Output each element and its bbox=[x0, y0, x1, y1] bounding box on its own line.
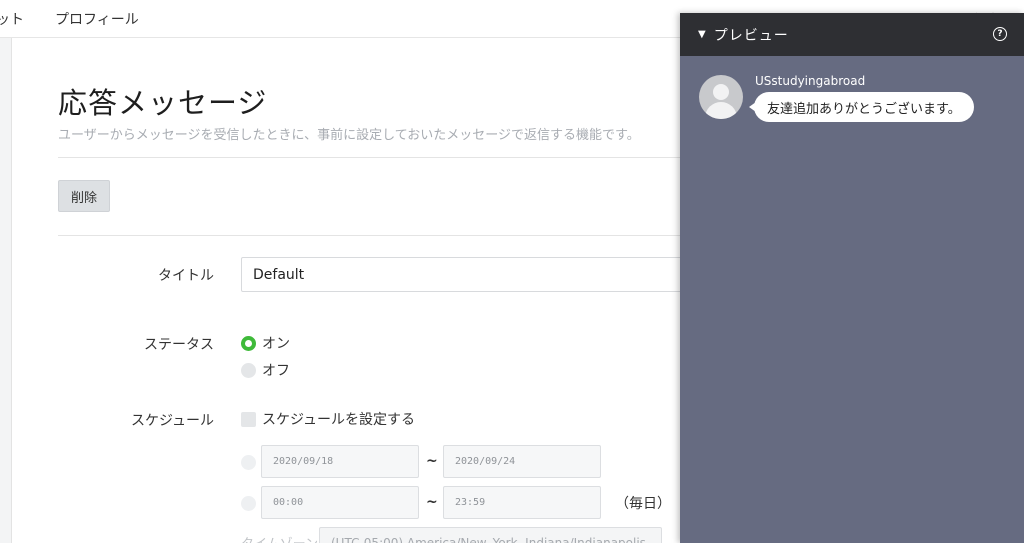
schedule-checkbox[interactable] bbox=[241, 411, 256, 427]
avatar-head-shape bbox=[713, 84, 729, 100]
status-on-option[interactable]: オン bbox=[241, 333, 290, 353]
collapse-triangle-icon[interactable]: ▼ bbox=[698, 29, 706, 40]
schedule-checkbox-row[interactable]: スケジュールを設定する bbox=[241, 409, 415, 429]
range-separator: ~ bbox=[426, 494, 438, 510]
status-on-label: オン bbox=[262, 336, 290, 352]
radio-checked-icon[interactable] bbox=[241, 335, 256, 351]
preview-title: プレビュー bbox=[713, 27, 789, 44]
page-description: ユーザーからメッセージを受信したときに、事前に設定しておいたメッセージで返信する… bbox=[58, 128, 640, 143]
help-icon[interactable]: ? bbox=[993, 27, 1007, 41]
start-time-input[interactable]: 00:00 bbox=[261, 486, 419, 519]
divider bbox=[58, 157, 698, 158]
tab-profile[interactable]: プロフィール bbox=[55, 9, 139, 29]
sender-name: USstudyingabroad bbox=[755, 74, 866, 88]
status-off-option[interactable]: オフ bbox=[241, 360, 290, 380]
tab-chat[interactable]: ット bbox=[0, 9, 24, 29]
schedule-label: スケジュール bbox=[130, 413, 214, 429]
delete-button[interactable]: 削除 bbox=[58, 180, 110, 212]
preview-panel: ▼ プレビュー ? USstudyingabroad 友達追加ありがとうございま… bbox=[680, 13, 1024, 543]
avatar-body-shape bbox=[705, 102, 737, 119]
date-range-radio[interactable] bbox=[241, 455, 256, 470]
schedule-checkbox-label: スケジュールを設定する bbox=[262, 412, 416, 428]
divider bbox=[58, 235, 698, 236]
end-date-input[interactable]: 2020/09/24 bbox=[443, 445, 601, 478]
status-label: ステータス bbox=[144, 337, 214, 353]
start-date-input[interactable]: 2020/09/18 bbox=[261, 445, 419, 478]
timezone-label: タイムゾーン bbox=[241, 533, 318, 543]
status-off-label: オフ bbox=[262, 363, 290, 379]
left-rail bbox=[0, 38, 12, 543]
daily-time-radio[interactable] bbox=[241, 496, 256, 511]
radio-unchecked-icon[interactable] bbox=[241, 362, 256, 378]
message-bubble: 友達追加ありがとうございます。 bbox=[749, 92, 974, 122]
timezone-select[interactable]: (UTC-05:00) America/New_York, Indiana/In… bbox=[319, 527, 662, 543]
daily-label: （毎日） bbox=[615, 496, 671, 512]
title-label: タイトル bbox=[158, 268, 214, 284]
page-title: 応答メッセージ bbox=[58, 86, 268, 120]
range-separator: ~ bbox=[426, 453, 438, 469]
avatar bbox=[699, 75, 743, 119]
preview-header[interactable]: ▼ プレビュー ? bbox=[680, 13, 1024, 56]
title-input[interactable]: Default bbox=[241, 257, 691, 292]
end-time-input[interactable]: 23:59 bbox=[443, 486, 601, 519]
